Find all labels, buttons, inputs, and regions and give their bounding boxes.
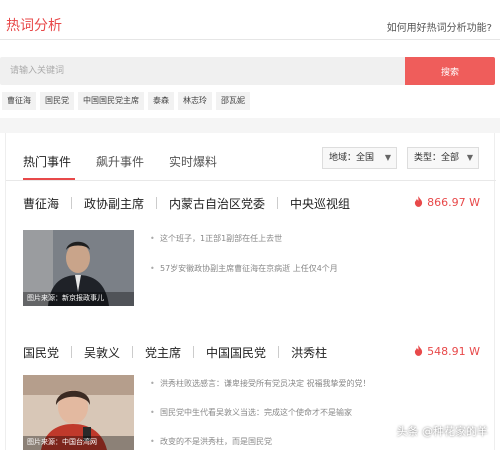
news-text: 这个班子，1正部1副部在任上去世 — [160, 234, 283, 243]
news-text: 改变的不是洪秀柱，而是国民党 — [160, 437, 272, 446]
event-image[interactable]: 图片来源：中国台湾网 — [23, 375, 134, 450]
news-item[interactable]: • 这个班子，1正部1副部在任上去世 — [150, 233, 282, 244]
keyword[interactable]: 党主席 — [145, 344, 181, 361]
keyword[interactable]: 国民党 — [23, 344, 59, 361]
type-filter[interactable]: 类型：全部 ▼ — [407, 147, 479, 169]
active-tab-indicator — [23, 178, 75, 180]
chevron-down-icon: ▼ — [384, 153, 391, 162]
divider — [193, 346, 195, 358]
bullet-icon: • — [150, 408, 155, 417]
keyword[interactable]: 政协副主席 — [84, 195, 144, 212]
bullet-icon: • — [150, 234, 155, 243]
keyword-row: 国民党 吴敦义 党主席 中国国民党 洪秀柱 — [23, 342, 327, 362]
search-input[interactable] — [0, 57, 405, 85]
flame-icon — [415, 196, 423, 207]
news-text: 洪秀柱败选感言：谦卑接受所有党员决定 祝福我挚爱的党！ — [160, 379, 371, 388]
hot-tag[interactable]: 中国国民党主席 — [78, 92, 144, 110]
watermark: 头条 @种花家的羊 — [396, 425, 489, 438]
news-item[interactable]: • 洪秀柱败选感言：谦卑接受所有党员决定 祝福我挚爱的党！ — [150, 378, 371, 389]
divider — [277, 197, 279, 209]
bullet-icon: • — [150, 379, 155, 388]
search-button[interactable]: 搜索 — [405, 57, 495, 85]
help-link[interactable]: 如何用好热词分析功能? — [387, 19, 492, 34]
tab-realtime-reports[interactable]: 实时爆料 — [169, 153, 217, 170]
divider — [132, 346, 134, 358]
hot-tag[interactable]: 国民党 — [40, 92, 74, 110]
event-image[interactable]: 图片来源：新京报政事儿 — [23, 230, 134, 306]
image-caption: 图片来源：中国台湾网 — [27, 438, 97, 446]
hot-tags: 曹征海 国民党 中国国民党主席 泰森 林志玲 邵瓦妮 — [2, 92, 250, 110]
keyword[interactable]: 吴敦义 — [84, 344, 120, 361]
flame-icon — [415, 345, 423, 356]
heat-value: 866.97 W — [414, 196, 480, 209]
heat-value: 548.91 W — [414, 345, 480, 358]
image-caption: 图片来源：新京报政事儿 — [27, 294, 104, 302]
hot-tag[interactable]: 曹征海 — [2, 92, 36, 110]
tab-rising-events[interactable]: 飙升事件 — [96, 153, 144, 170]
divider — [71, 197, 73, 209]
keyword-row: 曹征海 政协副主席 内蒙古自治区党委 中央巡视组 — [23, 193, 350, 213]
events-panel: 热门事件 飙升事件 实时爆料 地域：全国 ▼ 类型：全部 ▼ 曹征海 政协副主席… — [5, 133, 496, 450]
keyword[interactable]: 内蒙古自治区党委 — [169, 195, 265, 212]
bullet-icon: • — [150, 264, 155, 273]
news-text: 57岁安徽政协副主席曹征海在京病逝 上任仅4个月 — [160, 264, 338, 273]
divider — [156, 197, 158, 209]
hot-tag[interactable]: 林志玲 — [178, 92, 212, 110]
news-text: 国民党中生代看吴敦义当选：完成这个使命才不是输家 — [160, 408, 352, 417]
bullet-icon: • — [150, 437, 155, 446]
news-item[interactable]: • 57岁安徽政协副主席曹征海在京病逝 上任仅4个月 — [150, 263, 338, 274]
news-item[interactable]: • 改变的不是洪秀柱，而是国民党 — [150, 436, 272, 447]
page-title: 热词分析 — [6, 18, 62, 34]
tabs-row: 热门事件 飙升事件 实时爆料 地域：全国 ▼ 类型：全部 ▼ — [6, 133, 496, 181]
header: 热词分析 如何用好热词分析功能? — [0, 0, 500, 40]
chevron-down-icon: ▼ — [466, 153, 473, 162]
heat-text: 548.91 W — [427, 345, 480, 358]
divider — [71, 346, 73, 358]
event-item[interactable]: 曹征海 政协副主席 内蒙古自治区党委 中央巡视组 866.97 W 图片来源：新… — [6, 193, 496, 323]
tab-hot-events[interactable]: 热门事件 — [23, 153, 71, 170]
keyword[interactable]: 曹征海 — [23, 195, 59, 212]
section-divider — [0, 118, 500, 133]
heat-text: 866.97 W — [427, 196, 480, 209]
keyword[interactable]: 洪秀柱 — [291, 344, 327, 361]
type-filter-label: 类型：全部 — [414, 153, 460, 163]
keyword[interactable]: 中国国民党 — [206, 344, 266, 361]
divider — [278, 346, 280, 358]
keyword[interactable]: 中央巡视组 — [290, 195, 350, 212]
hot-tag[interactable]: 泰森 — [148, 92, 174, 110]
region-filter[interactable]: 地域：全国 ▼ — [322, 147, 397, 169]
search-bar: 搜索 — [0, 57, 495, 85]
region-filter-label: 地域：全国 — [329, 153, 375, 163]
news-item[interactable]: • 国民党中生代看吴敦义当选：完成这个使命才不是输家 — [150, 407, 352, 418]
hot-tag[interactable]: 邵瓦妮 — [216, 92, 250, 110]
